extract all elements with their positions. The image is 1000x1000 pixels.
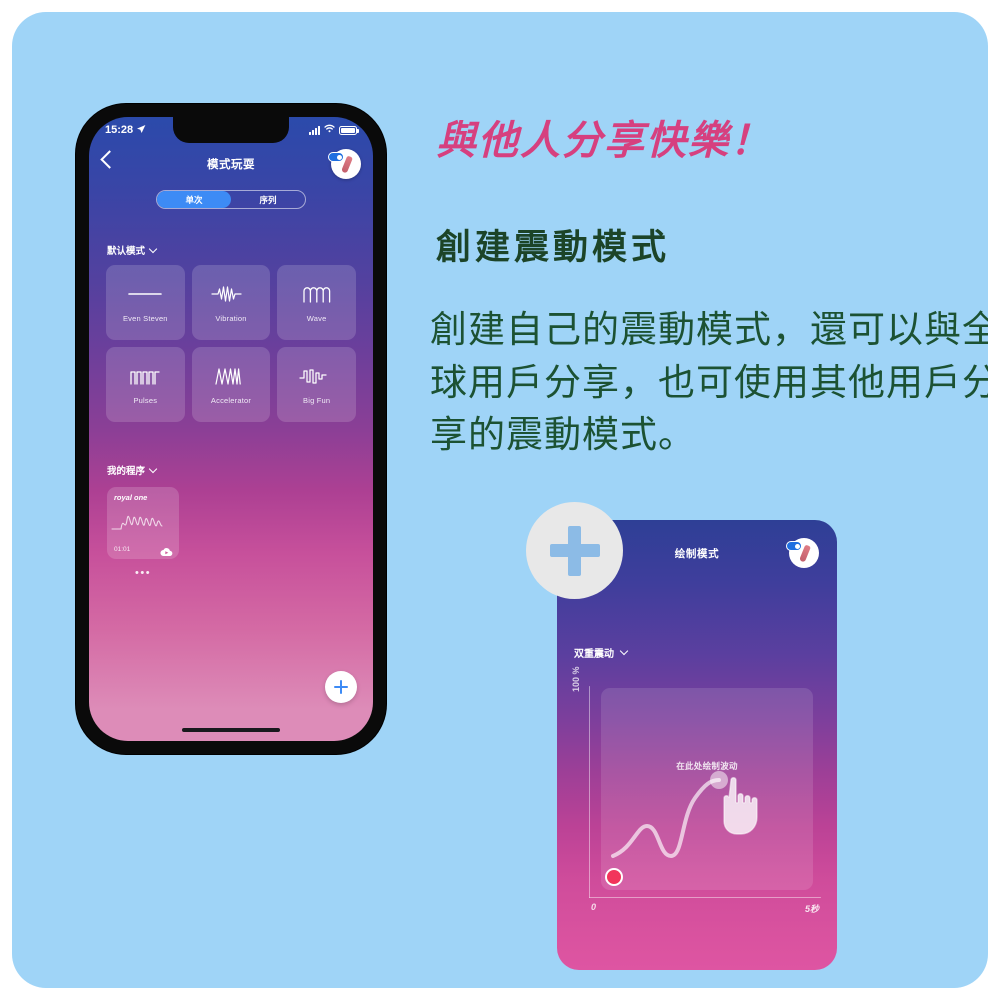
status-bar-time: 15:28 xyxy=(105,124,134,136)
big-fun-waveform-icon xyxy=(296,364,338,388)
promo-body-text: 創建自己的震動模式，還可以與全球用戶分享，也可使用其他用戶分享的震動模式。 xyxy=(430,309,988,456)
tab-sequence[interactable]: 序列 xyxy=(231,191,305,208)
section-my-programs-label: 我的程序 xyxy=(107,466,146,477)
screenshot-root: 15:28 模式玩耍 单次 序列 默认模式 Even Steven Vibrat… xyxy=(0,0,1000,1000)
section-default-patterns[interactable]: 默认模式 xyxy=(107,243,158,257)
waveform-start-dot[interactable] xyxy=(605,868,623,886)
pattern-label: Wave xyxy=(306,314,327,323)
vibration-type-label: 双重震动 xyxy=(574,649,614,660)
pattern-label: Accelerator xyxy=(210,396,252,405)
vibration-waveform-icon xyxy=(210,282,252,306)
add-pattern-plus-badge[interactable] xyxy=(526,502,623,599)
accelerator-waveform-icon xyxy=(210,364,252,388)
brand-toy-badge-icon[interactable] xyxy=(786,538,819,568)
phone-mockup: 15:28 模式玩耍 单次 序列 默认模式 Even Steven Vibrat… xyxy=(76,104,386,754)
home-indicator xyxy=(182,728,280,732)
pattern-label: Vibration xyxy=(215,314,247,323)
chevron-down-icon[interactable] xyxy=(148,244,158,253)
x-axis-start-label: 0 xyxy=(591,902,597,912)
tab-single[interactable]: 单次 xyxy=(157,191,231,208)
program-waveform-preview xyxy=(111,504,175,543)
waveform-draw-canvas[interactable]: 在此处绘制波动 xyxy=(601,688,813,890)
phone-notch xyxy=(173,117,289,143)
x-axis-line xyxy=(589,897,821,899)
section-my-programs[interactable]: 我的程序 xyxy=(107,463,158,477)
pattern-grid: Even Steven Vibration Wave Pulses Accele… xyxy=(106,265,356,422)
vibration-type-dropdown[interactable]: 双重震动 xyxy=(574,645,629,660)
brand-toy-badge-icon[interactable] xyxy=(328,149,361,179)
pattern-card-even-steven[interactable]: Even Steven xyxy=(106,265,185,340)
wifi-icon xyxy=(324,124,335,136)
promo-panel: 15:28 模式玩耍 单次 序列 默认模式 Even Steven Vibrat… xyxy=(12,12,988,988)
toggle-pill-shape xyxy=(786,541,802,551)
app-navbar: 模式玩耍 xyxy=(89,147,373,181)
y-axis-line xyxy=(589,686,591,898)
pattern-label: Even Steven xyxy=(122,314,168,323)
my-program-title: royal one xyxy=(114,493,148,502)
pattern-card-vibration[interactable]: Vibration xyxy=(191,265,271,340)
promo-headline: 與他人分享快樂！ xyxy=(436,119,772,163)
chevron-down-icon[interactable] xyxy=(148,464,158,473)
mode-segmented-control[interactable]: 单次 序列 xyxy=(156,190,306,209)
my-program-more-button[interactable]: ••• xyxy=(135,567,151,579)
add-program-fab[interactable] xyxy=(325,671,357,703)
pattern-card-big-fun[interactable]: Big Fun xyxy=(277,347,356,422)
phone-screen: 15:28 模式玩耍 单次 序列 默认模式 Even Steven Vibrat… xyxy=(89,117,373,741)
y-axis-label: 100 % xyxy=(571,666,581,692)
section-default-patterns-label: 默认模式 xyxy=(107,246,146,257)
pattern-label: Big Fun xyxy=(303,396,331,405)
wave-waveform-icon xyxy=(296,282,338,306)
cloud-upload-icon[interactable] xyxy=(160,544,173,557)
my-program-card[interactable]: royal one 01:01 xyxy=(107,487,179,559)
location-arrow-icon xyxy=(136,124,146,137)
my-program-duration: 01:01 xyxy=(114,546,131,553)
cellular-signal-icon xyxy=(309,125,320,135)
pattern-card-pulses[interactable]: Pulses xyxy=(106,347,185,422)
draw-canvas-area: 100 % 在此处绘制波动 0 5秒 xyxy=(571,666,821,916)
hand-pointer-icon xyxy=(723,777,758,835)
battery-icon xyxy=(339,125,359,135)
pattern-label: Pulses xyxy=(133,396,158,405)
pulses-square-waveform-icon xyxy=(124,364,166,388)
promo-subheading: 創建震動模式 xyxy=(436,228,671,267)
chevron-down-icon[interactable] xyxy=(619,646,629,656)
flat-line-waveform-icon xyxy=(124,282,166,306)
pattern-card-accelerator[interactable]: Accelerator xyxy=(191,347,271,422)
x-axis-end-label: 5秒 xyxy=(804,904,819,914)
pattern-card-wave[interactable]: Wave xyxy=(277,265,356,340)
toggle-pill-shape xyxy=(328,152,344,162)
